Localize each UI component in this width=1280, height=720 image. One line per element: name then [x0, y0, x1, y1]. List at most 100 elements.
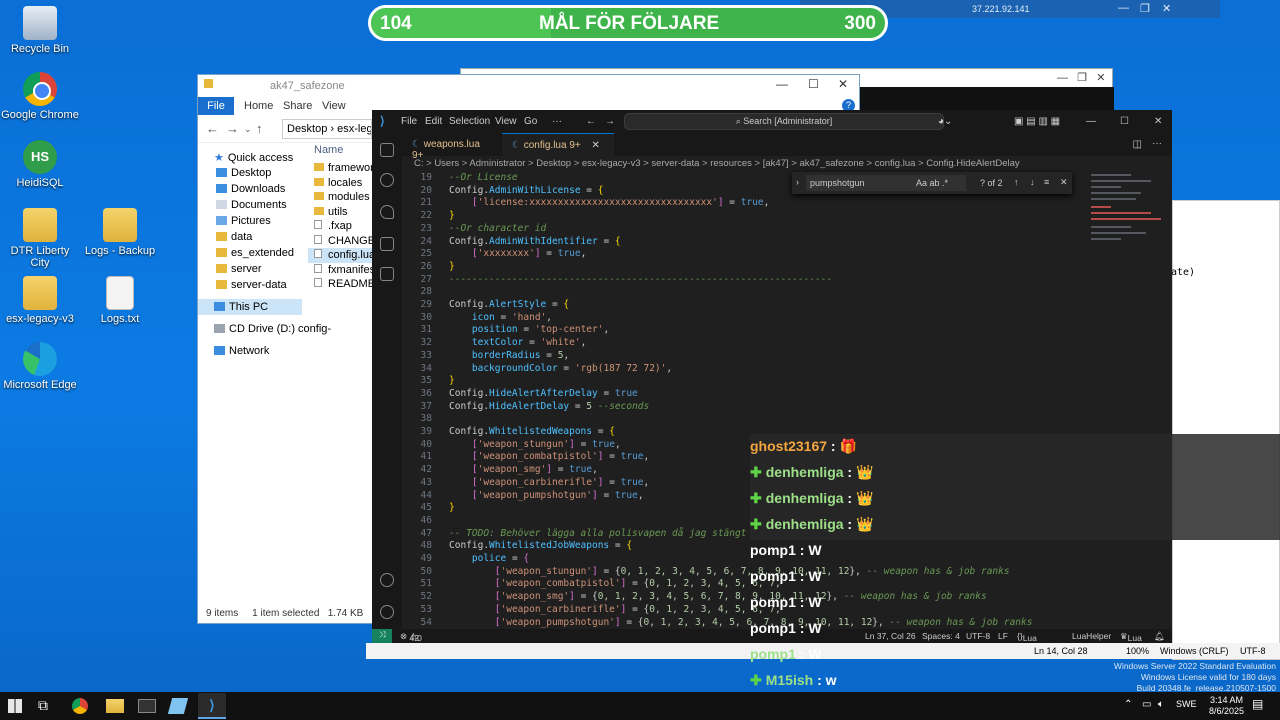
desktop-icon-logs-txt[interactable]: Logs.txt [80, 276, 160, 325]
code-line[interactable]: police = { [449, 553, 529, 564]
code-line[interactable]: } [449, 261, 455, 272]
gear-icon[interactable] [380, 605, 394, 619]
minimize-icon[interactable]: — [1086, 116, 1096, 127]
back-arrow-icon[interactable]: ← [586, 116, 596, 127]
code-line[interactable]: icon = 'hand', [449, 312, 552, 323]
start-button[interactable] [8, 699, 22, 713]
close-icon[interactable]: ✕ [1154, 116, 1162, 127]
maximize-icon[interactable]: ☐ [808, 77, 819, 91]
more-menu-icon[interactable]: ··· [552, 116, 562, 127]
layout-toggle-icon[interactable]: ▣ ▤ ▥ ▦ [1014, 116, 1060, 127]
back-arrow-icon[interactable]: ← [206, 121, 219, 136]
code-line[interactable]: ['weapon_smg'] = true, [449, 464, 598, 475]
selection-icon[interactable]: ≡ [1044, 177, 1049, 187]
code-line[interactable]: } [449, 210, 455, 221]
desktop-icon-edge[interactable]: Microsoft Edge [0, 342, 80, 391]
menu-go[interactable]: Go [524, 116, 537, 127]
clock[interactable]: 3:14 AM 8/6/2025 [1209, 695, 1244, 717]
ribbon-tab-view[interactable]: View [322, 100, 346, 112]
code-line[interactable]: ['weapon_combatpistol'] = true, [449, 451, 649, 462]
nav-pictures[interactable]: Pictures [198, 213, 302, 229]
code-line[interactable]: ----------------------------------------… [449, 274, 832, 285]
arrow-up-icon[interactable]: ↑ [1014, 177, 1019, 187]
code-line[interactable]: ['weapon_carbinerifle'] = {0, 1, 2, 3, 4… [449, 604, 781, 615]
nav-desktop[interactable]: Desktop [198, 165, 302, 181]
up-arrow-icon[interactable]: ↑ [256, 121, 263, 136]
copilot-icon[interactable]: ◕⌄ [938, 116, 952, 127]
code-line[interactable]: --Or License [449, 172, 518, 183]
code-line[interactable]: Config.AdminWithIdentifier = { [449, 236, 621, 247]
code-line[interactable]: ['weapon_carbinerifle'] = true, [449, 477, 649, 488]
notepad-taskbar-icon[interactable] [167, 698, 189, 714]
volume-icon[interactable]: 🔈︎ [1158, 699, 1164, 710]
code-line[interactable]: position = 'top-center', [449, 324, 609, 335]
code-line[interactable]: ['weapon_stungun'] = true, [449, 439, 621, 450]
code-line[interactable]: } [449, 502, 455, 513]
network-icon[interactable]: ▭ [1142, 699, 1151, 710]
code-line[interactable]: Config.HideAlertDelay = 5 --seconds [449, 401, 649, 412]
desktop-icon-esx-legacy[interactable]: esx-legacy-v3 [0, 276, 80, 325]
run-debug-icon[interactable] [380, 237, 394, 251]
source-control-icon[interactable] [380, 205, 394, 219]
desktop-icon-dtr-liberty-city[interactable]: DTR Liberty City [0, 208, 80, 269]
address-segment[interactable]: esx-legac [337, 123, 371, 135]
address-segment[interactable]: Desktop [287, 123, 327, 135]
close-icon[interactable]: ✕ [838, 77, 848, 91]
desktop-icon-logs-backup[interactable]: Logs - Backup [80, 208, 160, 257]
terminal-taskbar-icon[interactable] [138, 699, 156, 713]
address-bar[interactable]: Desktop › esx-legac [282, 119, 372, 139]
vscode-taskbar-icon[interactable]: ⟩ [198, 693, 226, 719]
find-options-icon[interactable]: Aa ab .* [916, 178, 948, 188]
nav-server[interactable]: server [198, 261, 302, 277]
restore-icon[interactable]: ❐ [1140, 2, 1150, 15]
chevron-down-icon[interactable]: ⌄ [244, 124, 252, 135]
ribbon-tab-home[interactable]: Home [244, 100, 273, 112]
code-line[interactable]: ['weapon_pumpshotgun'] = true, [449, 490, 644, 501]
maximize-icon[interactable]: ☐ [1120, 116, 1129, 127]
file-explorer-taskbar-icon[interactable] [106, 699, 124, 713]
minimize-icon[interactable]: — [776, 77, 788, 91]
close-icon[interactable]: ✕ [1162, 2, 1171, 15]
nav-downloads[interactable]: Downloads [198, 181, 302, 197]
task-view-icon[interactable]: ⧉ [38, 697, 60, 719]
minimap[interactable] [1087, 168, 1162, 288]
nav-data[interactable]: data [198, 229, 302, 245]
menu-file[interactable]: File [401, 116, 417, 127]
ribbon-tab-share[interactable]: Share [283, 100, 312, 112]
desktop-icon-recycle-bin[interactable]: Recycle Bin [0, 6, 80, 55]
code-line[interactable]: Config.HideAlertAfterDelay = true [449, 388, 638, 399]
chrome-taskbar-icon[interactable] [72, 698, 88, 714]
desktop-icon-heidisql[interactable]: HS HeidiSQL [0, 140, 80, 189]
code-line[interactable]: } [449, 375, 455, 386]
nav-network[interactable]: Network [198, 343, 302, 359]
forward-arrow-icon[interactable]: → [226, 121, 239, 136]
window-controls-icon[interactable]: — ❐ ✕ [1057, 71, 1105, 84]
code-line[interactable]: ['xxxxxxxx'] = true, [449, 248, 586, 259]
remote-icon[interactable]: ⤨ [372, 629, 392, 643]
code-line[interactable]: ['license:xxxxxxxxxxxxxxxxxxxxxxxxxxxxxx… [449, 197, 769, 208]
close-tab-icon[interactable]: ✕ [592, 140, 600, 151]
nav-documents[interactable]: Documents [198, 197, 302, 213]
arrow-down-icon[interactable]: ↓ [1030, 177, 1035, 187]
code-line[interactable]: ['weapon_combatpistol'] = {0, 1, 2, 3, 4… [449, 578, 781, 589]
code-line[interactable]: textColor = 'white', [449, 337, 586, 348]
code-line[interactable]: -- TODO: Behöver lägga alla polisvapen d… [449, 528, 746, 539]
code-line[interactable]: --Or character id [449, 223, 546, 234]
nav-es-extended[interactable]: es_extended [198, 245, 302, 261]
code-line[interactable]: Config.AlertStyle = { [449, 299, 569, 310]
close-icon[interactable]: ✕ [1060, 177, 1068, 188]
chevron-up-icon[interactable]: ⌃ [1124, 699, 1132, 710]
forward-arrow-icon[interactable]: → [605, 116, 615, 127]
more-actions-icon[interactable]: ··· [1152, 138, 1162, 149]
command-search-input[interactable]: ⌕ Search [Administrator] [624, 113, 944, 130]
tab-config-lua[interactable]: ☾ config.lua 9+ ✕ [502, 133, 614, 156]
menu-edit[interactable]: Edit [425, 116, 442, 127]
menu-selection[interactable]: Selection [449, 116, 490, 127]
notification-icon[interactable]: ▤ [1252, 697, 1263, 711]
nav-this-pc[interactable]: This PC [198, 299, 302, 315]
code-line[interactable]: Config.WhitelistedJobWeapons = { [449, 540, 632, 551]
nav-quick-access[interactable]: ★ Quick access [198, 149, 302, 165]
input-language[interactable]: SWE [1176, 699, 1197, 709]
split-editor-icon[interactable]: ◫ [1133, 139, 1142, 150]
search-icon[interactable] [380, 173, 394, 187]
